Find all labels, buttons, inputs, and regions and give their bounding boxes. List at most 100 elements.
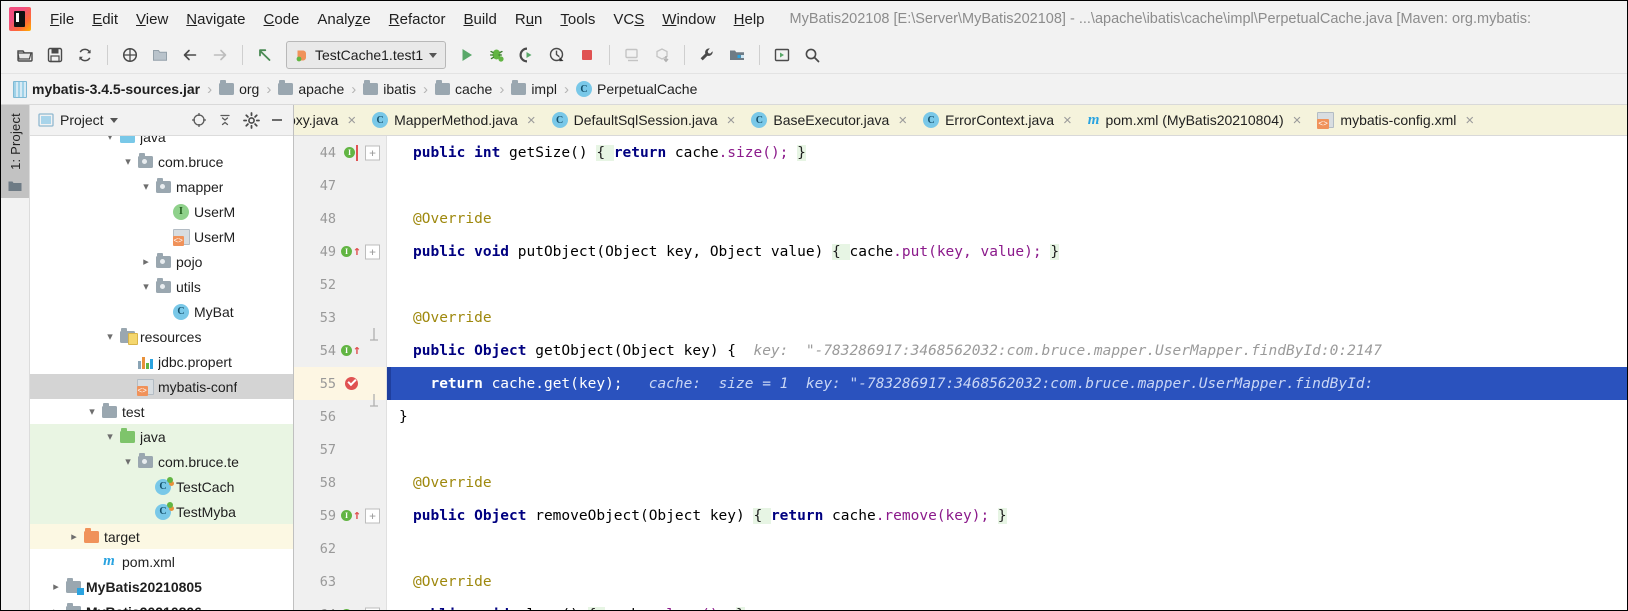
tree-item-test[interactable]: ▾ test xyxy=(30,399,293,424)
code-line-56[interactable]: } xyxy=(387,400,1627,433)
fold-expand-icon[interactable]: + xyxy=(365,145,380,160)
run-icon[interactable] xyxy=(453,41,481,69)
update-app-icon[interactable] xyxy=(648,41,676,69)
gutter-line-59[interactable]: 59 I ↑ + xyxy=(294,499,386,532)
gutter-line-49[interactable]: 49 I ↑ + xyxy=(294,235,386,268)
sync-refresh-icon[interactable] xyxy=(71,41,99,69)
menu-item-navigate[interactable]: Navigate xyxy=(177,7,254,32)
override-arrow-icon[interactable]: ↑ xyxy=(353,608,361,610)
code-line-53[interactable]: @Override xyxy=(387,301,1627,334)
stop-icon[interactable] xyxy=(573,41,601,69)
compile-icon[interactable] xyxy=(116,41,144,69)
tree-item-mapper[interactable]: ▾ mapper xyxy=(30,174,293,199)
tree-item-testmyba[interactable]: C TestMyba xyxy=(30,499,293,524)
chevron-down-icon[interactable]: ▾ xyxy=(138,180,154,193)
breadcrumb-item-cache[interactable]: cache xyxy=(433,80,494,97)
module-icon[interactable] xyxy=(146,41,174,69)
sidebar-item-project-tab[interactable]: 1: Project xyxy=(1,105,29,198)
gutter-markers[interactable]: I xyxy=(340,144,362,161)
editor-tab-mappermethod-java[interactable]: C MapperMethod.java × xyxy=(364,105,544,135)
menu-item-help[interactable]: Help xyxy=(725,7,774,32)
fold-end-icon[interactable] xyxy=(367,393,380,413)
chevron-down-icon[interactable]: ▾ xyxy=(120,155,136,168)
caret-marker[interactable] xyxy=(356,144,358,161)
search-everywhere-icon[interactable] xyxy=(798,41,826,69)
editor-tab-defaultsqlsession-java[interactable]: C DefaultSqlSession.java × xyxy=(544,105,744,135)
menu-item-edit[interactable]: Edit xyxy=(83,7,127,32)
code-line-57[interactable] xyxy=(387,433,1627,466)
editor-tab-errorcontext-java[interactable]: C ErrorContext.java × xyxy=(915,105,1080,135)
gutter-line-64[interactable]: 64I↑+ xyxy=(294,598,386,610)
gutter-line-57[interactable]: 57 xyxy=(294,433,386,466)
gutter-markers[interactable]: I↑ xyxy=(340,344,362,357)
run-anything-icon[interactable] xyxy=(768,41,796,69)
gear-icon[interactable] xyxy=(241,110,261,130)
back-arrow-icon[interactable] xyxy=(176,41,204,69)
run-gutter-icon[interactable]: I xyxy=(341,510,353,521)
code-line-44[interactable]: public int getSize() { return cache .size… xyxy=(387,136,1627,169)
tree-item-java[interactable]: ▾ java xyxy=(30,424,293,449)
tree-item-mybatis20210805[interactable]: ▸ MyBatis20210805 xyxy=(30,574,293,599)
code-line-47[interactable] xyxy=(387,169,1627,202)
menu-item-vcs[interactable]: VCS xyxy=(604,7,653,32)
editor-tab-oxy-java[interactable]: Coxy.java× xyxy=(294,105,364,135)
run-gutter-icon[interactable]: I xyxy=(344,147,355,158)
tree-item-pojo[interactable]: ▸ pojo xyxy=(30,249,293,274)
chevron-right-icon[interactable]: ▸ xyxy=(138,255,154,268)
project-structure-icon[interactable] xyxy=(723,41,751,69)
tree-item-target[interactable]: ▸ target xyxy=(30,524,293,549)
gutter-line-48[interactable]: 48 xyxy=(294,202,386,235)
code-line-54[interactable]: public Object getObject(Object key) { ke… xyxy=(387,334,1627,367)
editor-tab-mybatis-config-xml[interactable]: mybatis-config.xml × xyxy=(1309,105,1482,135)
close-icon[interactable]: × xyxy=(1063,112,1072,129)
tree-item-pom-xml[interactable]: m pom.xml xyxy=(30,549,293,574)
breadcrumb-item-ibatis[interactable]: ibatis xyxy=(361,80,418,97)
close-icon[interactable]: × xyxy=(898,112,907,129)
tree-item-java[interactable]: ▾ java xyxy=(30,136,293,149)
close-icon[interactable]: × xyxy=(1293,112,1302,129)
code-line-58[interactable]: @Override xyxy=(387,466,1627,499)
editor-code-content[interactable]: public int getSize() { return cache .size… xyxy=(387,136,1627,610)
code-line-62[interactable] xyxy=(387,532,1627,565)
breadcrumb-item-mybatis-3-4-5-sources-jar[interactable]: mybatis-3.4.5-sources.jar xyxy=(11,80,202,98)
menu-item-view[interactable]: View xyxy=(127,7,177,32)
gutter-line-44[interactable]: 44 I + xyxy=(294,136,386,169)
menu-item-code[interactable]: Code xyxy=(255,7,309,32)
gutter-markers[interactable]: I↑ xyxy=(340,509,362,522)
open-project-icon[interactable] xyxy=(11,41,39,69)
chevron-right-icon[interactable]: ▸ xyxy=(66,530,82,543)
tree-item-userm[interactable]: I UserM xyxy=(30,199,293,224)
tree-item-mybat[interactable]: C MyBat xyxy=(30,299,293,324)
target-locate-icon[interactable] xyxy=(189,110,209,130)
editor-gutter[interactable]: 44I+474849I↑+525354I↑5556575859I↑+626364… xyxy=(294,136,387,610)
close-icon[interactable]: × xyxy=(527,112,536,129)
tree-item-com-bruce[interactable]: ▾ com.bruce xyxy=(30,149,293,174)
chevron-down-icon[interactable]: ▾ xyxy=(102,136,118,143)
run-coverage-icon[interactable] xyxy=(513,41,541,69)
gutter-line-58[interactable]: 58 xyxy=(294,466,386,499)
menu-item-refactor[interactable]: Refactor xyxy=(380,7,455,32)
chevron-down-icon[interactable]: ▾ xyxy=(120,455,136,468)
chevron-down-icon[interactable] xyxy=(109,117,118,123)
tree-item-mybatis-conf[interactable]: mybatis-conf xyxy=(30,374,293,399)
chevron-right-icon[interactable]: ▸ xyxy=(48,580,64,593)
chevron-right-icon[interactable]: ▸ xyxy=(48,605,64,610)
tree-item-com-bruce-te[interactable]: ▾ com.bruce.te xyxy=(30,449,293,474)
save-all-icon[interactable] xyxy=(41,41,69,69)
gutter-markers[interactable] xyxy=(340,377,362,390)
tree-item-userm[interactable]: UserM xyxy=(30,224,293,249)
chevron-down-icon[interactable]: ▾ xyxy=(102,330,118,343)
menu-item-run[interactable]: Run xyxy=(506,7,552,32)
chevron-down-icon[interactable] xyxy=(429,52,438,58)
forward-arrow-icon[interactable] xyxy=(206,41,234,69)
fold-expand-icon[interactable]: + xyxy=(365,607,380,610)
collapse-all-icon[interactable] xyxy=(215,110,235,130)
run-gutter-icon[interactable]: I xyxy=(341,609,353,610)
override-arrow-icon[interactable]: ↑ xyxy=(353,344,361,357)
gutter-line-62[interactable]: 62 xyxy=(294,532,386,565)
attach-process-icon[interactable] xyxy=(618,41,646,69)
breadcrumb-item-org[interactable]: org xyxy=(217,80,261,97)
code-line-52[interactable] xyxy=(387,268,1627,301)
menu-item-window[interactable]: Window xyxy=(653,7,724,32)
folder-icon[interactable] xyxy=(8,180,22,192)
